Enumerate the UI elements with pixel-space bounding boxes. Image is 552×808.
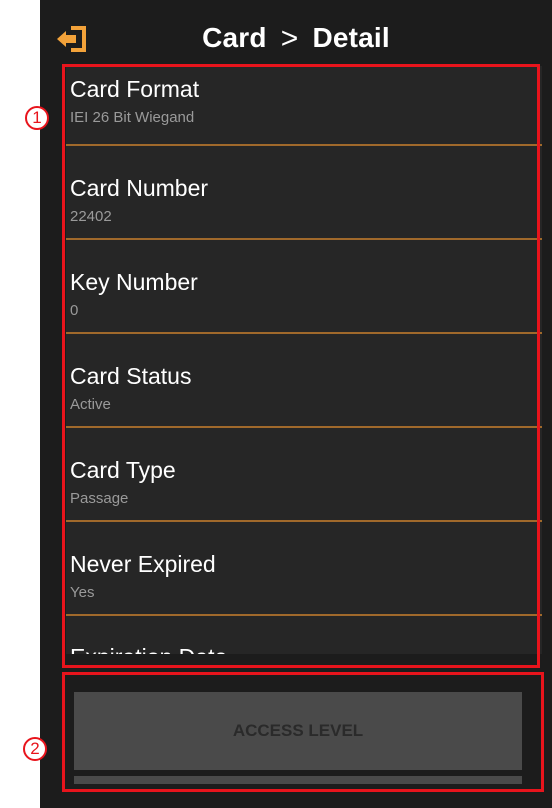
breadcrumb-card: Card [202, 22, 267, 53]
detail-value: 0 [70, 302, 79, 319]
detail-label: Never Expired [70, 551, 216, 577]
page-title: Card > Detail [40, 22, 552, 56]
breadcrumb-separator: > [280, 22, 299, 55]
detail-label: Card Status [70, 363, 192, 389]
access-level-button[interactable]: ACCESS LEVEL [74, 692, 522, 770]
app-header: Card > Detail [40, 0, 552, 66]
detail-never-expired[interactable]: Never Expired Yes [66, 522, 542, 616]
detail-value: IEI 26 Bit Wiegand [70, 109, 195, 126]
detail-label: Key Number [70, 269, 198, 295]
detail-expiration-date[interactable]: Expiration Date [66, 616, 542, 654]
detail-card-number[interactable]: Card Number 22402 [66, 146, 542, 240]
detail-card-format[interactable]: Card Format IEI 26 Bit Wiegand [66, 66, 542, 146]
detail-card-status[interactable]: Card Status Active [66, 334, 542, 428]
footer-bar: ACCESS LEVEL [66, 672, 546, 792]
detail-card-type[interactable]: Card Type Passage [66, 428, 542, 522]
detail-label: Card Type [70, 457, 176, 483]
detail-key-number[interactable]: Key Number 0 [66, 240, 542, 334]
breadcrumb-detail: Detail [312, 22, 390, 53]
card-detail-list[interactable]: Card Format IEI 26 Bit Wiegand Card Numb… [66, 66, 542, 654]
detail-value: Active [70, 396, 111, 413]
phone-screen: Card > Detail Card Format IEI 26 Bit Wiega… [40, 0, 552, 808]
detail-label: Card Format [70, 76, 200, 102]
footer-divider [74, 776, 522, 784]
annotation-marker-1: 1 [25, 106, 49, 130]
detail-value: Passage [70, 490, 129, 507]
detail-label: Card Number [70, 175, 209, 201]
annotation-marker-2: 2 [23, 737, 47, 761]
detail-label: Expiration Date [70, 644, 227, 654]
detail-value: Yes [70, 584, 95, 601]
screenshot: Card > Detail Card Format IEI 26 Bit Wiega… [0, 0, 552, 808]
detail-value: 22402 [70, 208, 112, 225]
